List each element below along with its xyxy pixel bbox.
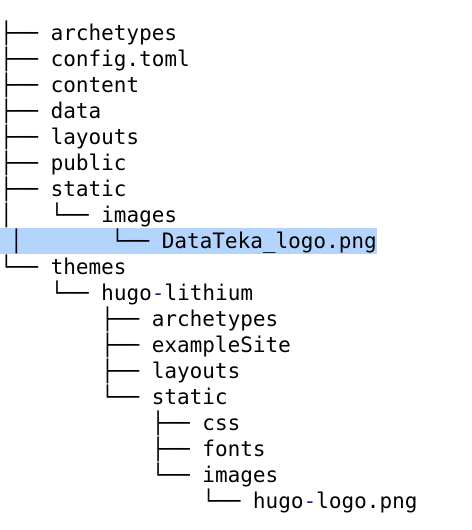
tree-item-name: hugo-lithium bbox=[101, 281, 254, 305]
tree-row[interactable]: ├── archetypes bbox=[0, 306, 278, 332]
tree-row[interactable]: ├── static bbox=[0, 176, 126, 202]
tree-item-name: static bbox=[151, 385, 228, 409]
tree-item-name: css bbox=[202, 411, 241, 435]
tree-connector: ├── bbox=[0, 125, 51, 149]
selection-highlight: │ └── DataTeka_logo.png bbox=[0, 228, 377, 254]
tree-item-name: images bbox=[202, 463, 279, 487]
tree-connector: ├── bbox=[0, 359, 152, 383]
tree-row[interactable]: ├── layouts bbox=[0, 358, 240, 384]
tree-item-name: archetypes bbox=[50, 21, 178, 45]
tree-item-name: config.toml bbox=[50, 47, 190, 71]
tree-connector: ├── bbox=[0, 47, 51, 71]
tree-connector: ├── bbox=[0, 177, 51, 201]
tree-row[interactable]: ├── archetypes bbox=[0, 20, 177, 46]
tree-row[interactable]: ├── config.toml bbox=[0, 46, 190, 72]
tree-item-name: data bbox=[50, 99, 102, 123]
tree-item-name: exampleSite bbox=[151, 333, 291, 357]
tree-row[interactable]: ├── exampleSite bbox=[0, 332, 291, 358]
tree-row[interactable]: ├── layouts bbox=[0, 124, 139, 150]
tree-connector: ├── bbox=[0, 99, 51, 123]
tree-connector: ├── bbox=[0, 437, 203, 461]
tree-connector: ├── bbox=[0, 73, 51, 97]
tree-item-name: content bbox=[50, 73, 140, 97]
tree-connector: └── bbox=[0, 281, 102, 305]
tree-item-name: layouts bbox=[50, 125, 140, 149]
tree-connector: ├── bbox=[0, 333, 152, 357]
tree-item-name: public bbox=[50, 151, 127, 175]
tree-connector: ├── bbox=[0, 21, 51, 45]
tree-row[interactable]: ├── fonts bbox=[0, 436, 266, 462]
tree-row[interactable]: ├── public bbox=[0, 150, 126, 176]
tree-connector: │ └── bbox=[0, 203, 102, 227]
tree-item-name: images bbox=[101, 203, 178, 227]
name-hyphen: - bbox=[303, 489, 317, 513]
tree-row[interactable]: │ └── images bbox=[0, 202, 177, 228]
tree-item-name: layouts bbox=[151, 359, 241, 383]
tree-connector: └── bbox=[0, 255, 51, 279]
tree-row[interactable]: └── hugo-logo.png bbox=[0, 488, 417, 514]
tree-item-name: DataTeka_logo.png bbox=[161, 229, 377, 253]
tree-row[interactable]: └── images bbox=[0, 462, 278, 488]
tree-item-name: static bbox=[50, 177, 127, 201]
tree-item-name: hugo-logo.png bbox=[252, 489, 418, 513]
tree-row[interactable]: ├── css bbox=[0, 410, 241, 436]
tree-connector: └── bbox=[0, 463, 203, 487]
tree-row[interactable]: ├── content bbox=[0, 72, 139, 98]
tree-row[interactable]: └── hugo-lithium bbox=[0, 280, 253, 306]
tree-connector: │ └── bbox=[10, 229, 162, 253]
tree-connector: ├── bbox=[0, 151, 51, 175]
tree-connector: └── bbox=[0, 489, 253, 513]
directory-tree: ├── archetypes ├── config.toml ├── content… bbox=[0, 0, 472, 530]
tree-row[interactable]: └── static bbox=[0, 384, 228, 410]
tree-row[interactable]: ├── data bbox=[0, 98, 101, 124]
tree-row[interactable]: └── themes bbox=[0, 254, 126, 280]
tree-item-name: fonts bbox=[202, 437, 266, 461]
tree-item-name: archetypes bbox=[151, 307, 279, 331]
name-hyphen: - bbox=[151, 281, 165, 305]
tree-row-selected[interactable]: │ └── DataTeka_logo.png bbox=[0, 228, 377, 254]
tree-connector: ├── bbox=[0, 411, 203, 435]
tree-connector: └── bbox=[0, 385, 152, 409]
tree-item-name: themes bbox=[50, 255, 127, 279]
tree-connector: ├── bbox=[0, 307, 152, 331]
